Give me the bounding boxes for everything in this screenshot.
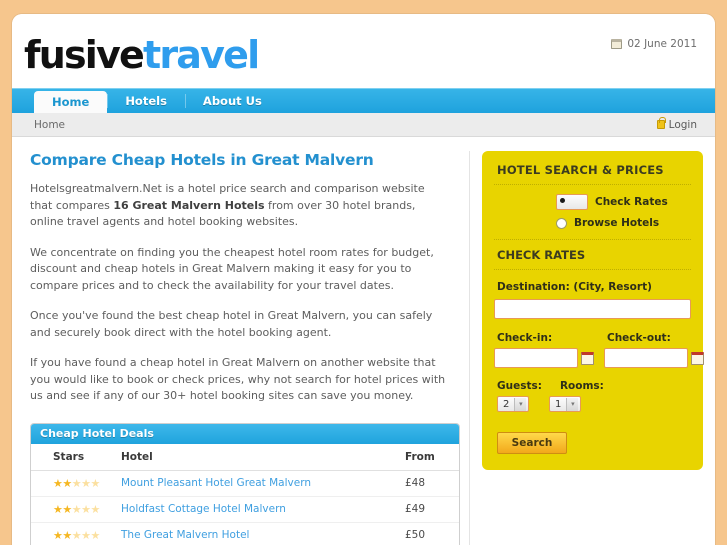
breadcrumb: Home Login xyxy=(12,113,715,137)
search-mode-radio-group: Check Rates Browse Hotels xyxy=(494,185,691,235)
price-value: £48 xyxy=(405,477,426,489)
intro-paragraph-1: Hotelsgreatmalvern.Net is a hotel price … xyxy=(30,181,450,231)
radio-browse-hotels-label: Browse Hotels xyxy=(574,217,660,229)
hotel-search-panel-title: HOTEL SEARCH & PRICES xyxy=(494,161,691,185)
radio-check-rates-label: Check Rates xyxy=(595,196,668,208)
cheap-hotel-deals-panel: Cheap Hotel Deals Stars Hotel From ★★★★★… xyxy=(30,422,460,545)
nav-item-hotels[interactable]: Hotels xyxy=(107,89,185,113)
destination-label: Destination: (City, Resort) xyxy=(497,281,652,293)
nav-item-hotels-label: Hotels xyxy=(125,94,167,108)
destination-input[interactable] xyxy=(494,299,691,319)
date-fields-row: Check-in: Check-out: xyxy=(494,321,704,368)
rooms-select-value: 1 xyxy=(555,398,562,410)
intro-paragraph-2: We concentrate on finding you the cheape… xyxy=(30,245,434,292)
page-title: Compare Cheap Hotels in Great Malvern xyxy=(30,151,374,169)
page-root: fusivetravel 02 June 2011 Home Hotels Ab… xyxy=(0,0,727,545)
site-header: fusivetravel 02 June 2011 xyxy=(12,14,715,88)
logo-text-secondary: travel xyxy=(142,33,260,77)
nav-item-about-us-label: About Us xyxy=(202,94,262,108)
deals-table-header-row: Stars Hotel From xyxy=(31,443,459,471)
nav-item-about-us[interactable]: About Us xyxy=(184,89,280,113)
star-rating: ★★★★★ xyxy=(53,476,100,490)
rooms-select[interactable]: 1 ▾ xyxy=(549,396,581,412)
chevron-down-icon: ▾ xyxy=(566,397,579,411)
table-row: ★★★★★ Mount Pleasant Hotel Great Malvern £… xyxy=(31,470,459,497)
cell-hotel: The Great Malvern Hotel xyxy=(117,522,397,545)
checkout-calendar-icon[interactable] xyxy=(691,351,704,365)
column-header-from: From xyxy=(397,443,459,471)
intro-paragraph-3: Once you've found the best cheap hotel i… xyxy=(30,309,433,339)
para1-bold: 16 Great Malvern Hotels xyxy=(113,198,265,212)
table-row: ★★★★★ Holdfast Cottage Hotel Malvern £49 xyxy=(31,496,459,523)
cell-from-price: £49 xyxy=(397,496,459,523)
check-rates-section-title: CHECK RATES xyxy=(494,240,691,270)
login-link[interactable]: Login xyxy=(656,117,697,131)
site-logo[interactable]: fusivetravel xyxy=(24,33,260,77)
cell-stars: ★★★★★ xyxy=(31,522,117,545)
radio-check-rates[interactable]: Check Rates xyxy=(556,194,668,210)
price-value: £50 xyxy=(405,529,426,541)
main-navigation: Home Hotels About Us xyxy=(12,88,715,113)
column-header-stars: Stars xyxy=(31,443,117,471)
search-button[interactable]: Search xyxy=(497,432,567,454)
login-label: Login xyxy=(668,118,697,131)
table-row: ★★★★★ The Great Malvern Hotel £50 xyxy=(31,522,459,545)
deals-table-body: ★★★★★ Mount Pleasant Hotel Great Malvern £… xyxy=(31,470,459,545)
price-value: £49 xyxy=(405,503,426,515)
calendar-icon xyxy=(611,39,623,49)
rooms-label: Rooms: xyxy=(559,380,604,392)
cell-stars: ★★★★★ xyxy=(31,496,117,523)
chevron-down-icon: ▾ xyxy=(514,397,527,411)
star-rating: ★★★★★ xyxy=(53,502,100,516)
guests-rooms-selects: 2 ▾ 1 ▾ xyxy=(497,396,691,412)
hotel-link[interactable]: Holdfast Cottage Hotel Malvern xyxy=(121,503,286,515)
hotel-link[interactable]: Mount Pleasant Hotel Great Malvern xyxy=(121,477,311,489)
cell-from-price: £50 xyxy=(397,522,459,545)
page-body: Compare Cheap Hotels in Great Malvern Ho… xyxy=(12,137,715,545)
star-rating: ★★★★★ xyxy=(53,528,100,542)
guests-select-value: 2 xyxy=(503,398,510,410)
column-header-hotel: Hotel xyxy=(117,443,397,471)
guests-select[interactable]: 2 ▾ xyxy=(497,396,529,412)
checkout-field-group: Check-out: xyxy=(604,321,704,368)
radio-browse-hotels-control[interactable] xyxy=(556,217,567,229)
header-date-text: 02 June 2011 xyxy=(627,38,697,50)
cell-hotel: Mount Pleasant Hotel Great Malvern xyxy=(117,470,397,497)
sidebar: HOTEL SEARCH & PRICES Check Rates Browse… xyxy=(482,151,704,545)
deals-table: Stars Hotel From ★★★★★ Mount Pleasant Hot… xyxy=(31,443,459,545)
cell-from-price: £48 xyxy=(397,470,459,497)
checkin-field-group: Check-in: xyxy=(494,321,594,368)
hotel-link[interactable]: The Great Malvern Hotel xyxy=(121,529,249,541)
main-content: Compare Cheap Hotels in Great Malvern Ho… xyxy=(24,151,470,545)
radio-check-rates-control[interactable] xyxy=(556,194,588,210)
logo-text-primary: fusive xyxy=(24,33,145,77)
lock-icon xyxy=(656,117,667,129)
breadcrumb-current[interactable]: Home xyxy=(34,119,65,131)
deals-panel-title: Cheap Hotel Deals xyxy=(31,423,459,444)
intro-paragraph-4: If you have found a cheap hotel in Great… xyxy=(30,356,446,402)
checkout-label: Check-out: xyxy=(607,332,671,344)
header-date: 02 June 2011 xyxy=(611,38,697,50)
cell-hotel: Holdfast Cottage Hotel Malvern xyxy=(117,496,397,523)
cell-stars: ★★★★★ xyxy=(31,470,117,497)
site-container: fusivetravel 02 June 2011 Home Hotels Ab… xyxy=(12,14,715,545)
checkin-input[interactable] xyxy=(494,348,578,368)
hotel-search-panel: HOTEL SEARCH & PRICES Check Rates Browse… xyxy=(482,151,704,470)
nav-item-home-label: Home xyxy=(52,95,90,109)
guests-rooms-labels: Guests: Rooms: xyxy=(497,380,691,392)
guests-label: Guests: xyxy=(497,380,542,392)
nav-item-home[interactable]: Home xyxy=(34,91,108,113)
radio-browse-hotels[interactable]: Browse Hotels xyxy=(556,217,659,229)
checkin-label: Check-in: xyxy=(497,332,553,344)
checkin-calendar-icon[interactable] xyxy=(581,351,594,365)
checkout-input[interactable] xyxy=(604,348,688,368)
